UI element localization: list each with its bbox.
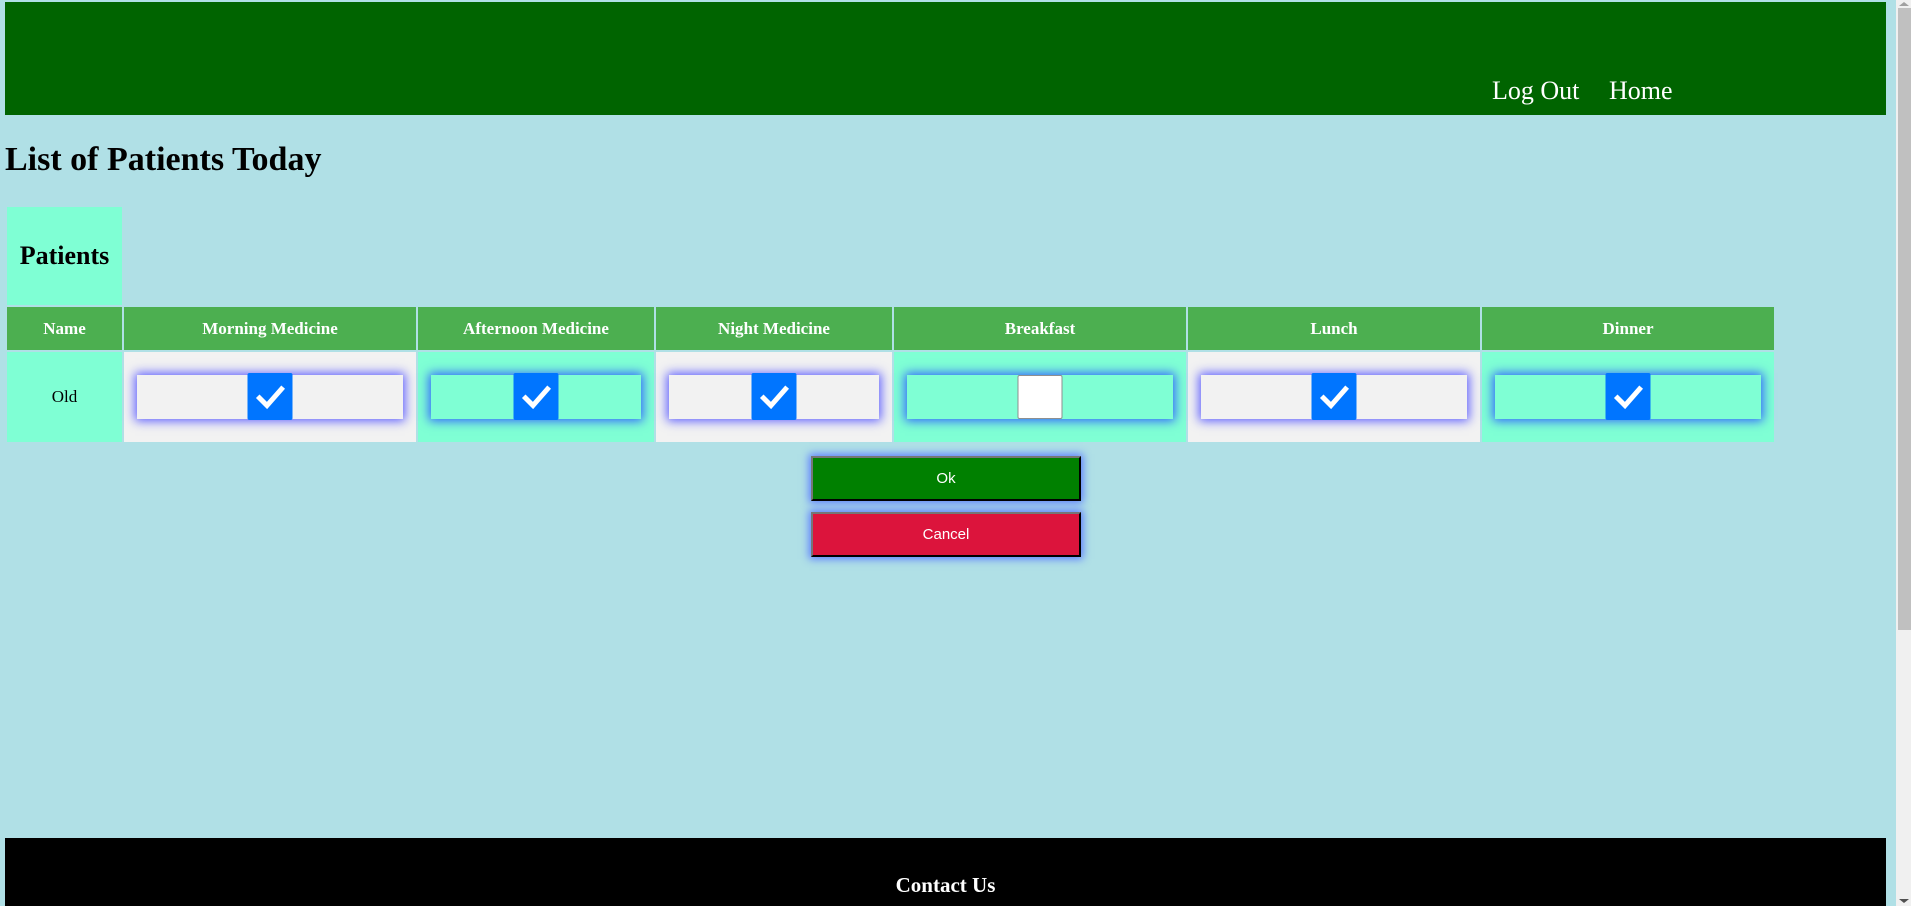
ok-button[interactable]: Ok (811, 456, 1081, 501)
nav-logout-link[interactable]: Log Out (1492, 76, 1579, 106)
cancel-button[interactable]: Cancel (811, 512, 1081, 557)
dinner-checkbox[interactable] (1605, 373, 1651, 420)
vertical-scrollbar[interactable] (1896, 0, 1911, 906)
scrollbar-thumb[interactable] (1898, 8, 1911, 630)
column-header-morning-medicine: Morning Medicine (124, 307, 416, 350)
column-header-night-medicine: Night Medicine (656, 307, 892, 350)
table-header-row: Name Morning Medicine Afternoon Medicine… (7, 307, 1774, 350)
night-medicine-checkbox[interactable] (751, 373, 797, 420)
checkbox-container (907, 375, 1173, 419)
morning-medicine-checkbox[interactable] (247, 373, 293, 420)
footer: Contact Us (5, 838, 1886, 906)
table-row: Old (7, 352, 1774, 442)
checkbox-container (1201, 373, 1467, 420)
header-bar: Log Out Home (5, 2, 1886, 115)
page-title: List of Patients Today (5, 141, 322, 178)
afternoon-medicine-cell (418, 352, 654, 442)
column-header-afternoon-medicine: Afternoon Medicine (418, 307, 654, 350)
column-header-dinner: Dinner (1482, 307, 1774, 350)
night-medicine-cell (656, 352, 892, 442)
checkmark-icon (255, 384, 285, 409)
checkbox-container (137, 373, 403, 420)
dinner-cell (1482, 352, 1774, 442)
checkmark-icon (1613, 384, 1643, 409)
scroll-down-arrow-icon[interactable] (1899, 899, 1909, 903)
lunch-cell (1188, 352, 1480, 442)
checkmark-icon (1319, 384, 1349, 409)
checkbox-container (669, 373, 879, 420)
patients-table: Name Morning Medicine Afternoon Medicine… (5, 305, 1776, 444)
page: Log Out Home List of Patients Today Pati… (0, 0, 1896, 906)
contact-us-heading[interactable]: Contact Us (5, 873, 1886, 898)
column-header-breakfast: Breakfast (894, 307, 1186, 350)
checkmark-icon (521, 384, 551, 409)
breakfast-cell (894, 352, 1186, 442)
column-header-lunch: Lunch (1188, 307, 1480, 350)
checkmark-icon (759, 384, 789, 409)
breakfast-checkbox[interactable] (1017, 375, 1063, 419)
lunch-checkbox[interactable] (1311, 373, 1357, 420)
patients-caption-text: Patients (19, 241, 110, 270)
morning-medicine-cell (124, 352, 416, 442)
checkbox-container (431, 373, 641, 420)
patient-name-cell: Old (7, 352, 122, 442)
checkbox-container (1495, 373, 1761, 420)
afternoon-medicine-checkbox[interactable] (513, 373, 559, 420)
nav-home-link[interactable]: Home (1609, 76, 1673, 106)
scroll-up-arrow-icon[interactable] (1899, 2, 1909, 6)
column-header-name: Name (7, 307, 122, 350)
patients-caption: Patients (7, 207, 122, 305)
